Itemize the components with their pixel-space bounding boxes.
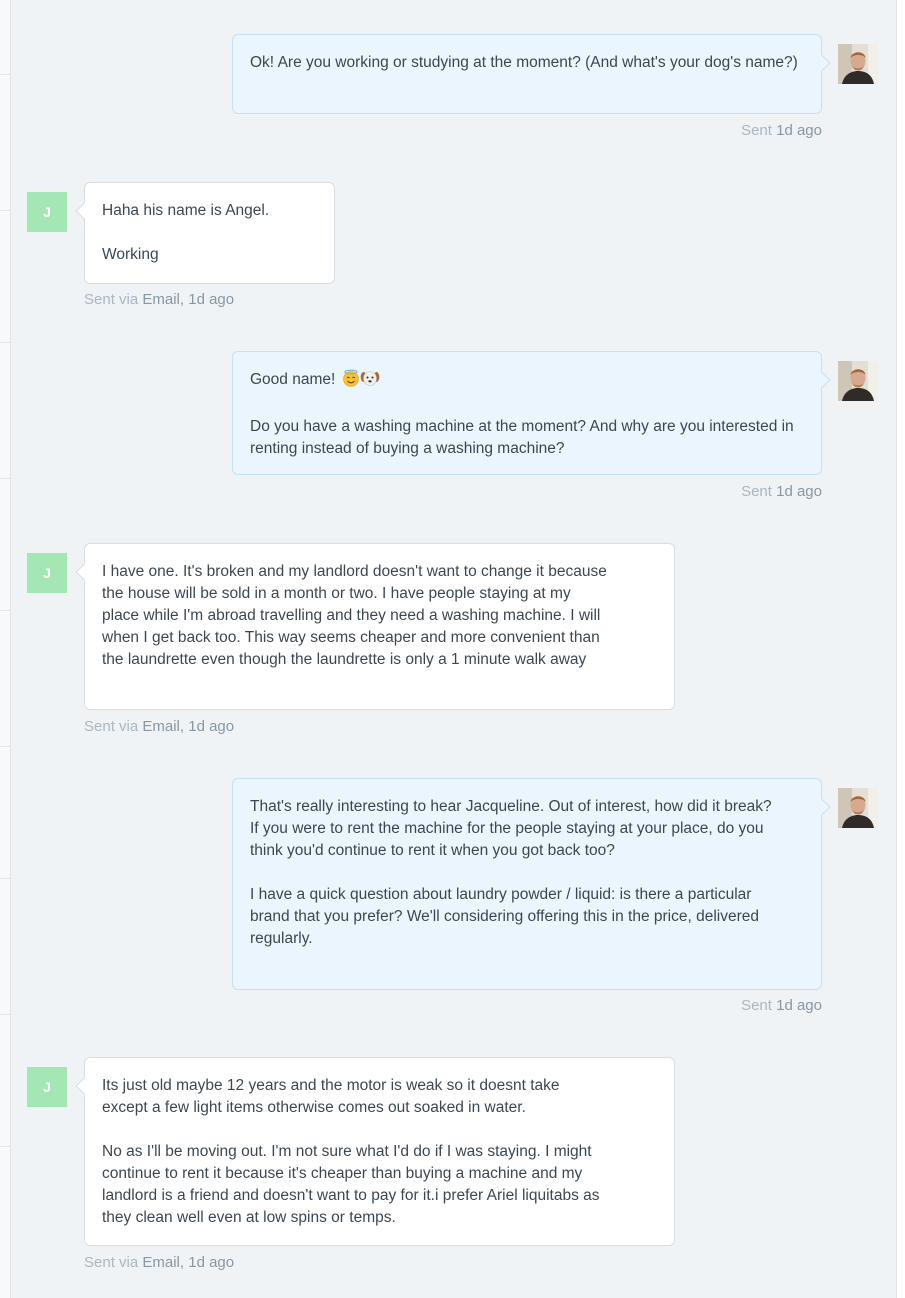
agent-avatar[interactable] [838, 361, 878, 401]
message-text: Ok! Are you working or studying at the m… [250, 54, 798, 71]
meta-channel: Email, [142, 291, 185, 308]
message-bubble-outgoing[interactable]: That's really interesting to hear Jacque… [232, 778, 831, 990]
contact-avatar[interactable]: J [27, 192, 67, 232]
meta-label: Sent via [84, 291, 139, 308]
divider [0, 342, 10, 343]
meta-time: 1d ago [776, 122, 822, 139]
meta-channel: Email, [142, 1254, 185, 1271]
message-bubble-outgoing[interactable]: Good name! Do you have a washing machine… [232, 351, 831, 475]
meta-label: Sent via [84, 718, 139, 735]
agent-photo-icon [838, 788, 878, 828]
message-text: Do you have a washing machine at the mom… [250, 418, 794, 457]
agent-avatar[interactable] [838, 788, 878, 828]
divider [0, 878, 10, 879]
divider [0, 210, 10, 211]
message-text: That's really interesting to hear Jacque… [250, 798, 772, 859]
meta-label: Sent via [84, 1254, 139, 1271]
meta-time: 1d ago [776, 483, 822, 500]
contact-avatar[interactable]: J [27, 1067, 67, 1107]
agent-photo-icon [838, 44, 878, 84]
bubble-tail [813, 371, 831, 389]
contact-initial: J [43, 565, 51, 581]
bubble-tail [75, 1077, 93, 1095]
message-text: Good name! [250, 371, 336, 388]
right-panel-edge [896, 0, 905, 1298]
message-meta: Sent 1d ago [741, 997, 822, 1014]
message-bubble-incoming[interactable]: Haha his name is Angel. Working [75, 182, 335, 284]
meta-time: 1d ago [188, 1254, 235, 1271]
meta-label: Sent [741, 122, 772, 139]
message-meta: Sent via Email, 1d ago [84, 718, 234, 735]
agent-photo-icon [838, 361, 878, 401]
divider [0, 1146, 10, 1147]
dog-face-icon [360, 369, 380, 394]
message-bubble-incoming[interactable]: Its just old maybe 12 years and the moto… [75, 1057, 675, 1246]
message-text: Working [102, 246, 159, 263]
divider [0, 74, 10, 75]
message-meta: Sent 1d ago [741, 122, 822, 139]
message-meta: Sent via Email, 1d ago [84, 1254, 234, 1271]
contact-initial: J [43, 204, 51, 220]
divider [0, 1014, 10, 1015]
divider [0, 746, 10, 747]
message-text: I have a quick question about laundry po… [250, 886, 760, 947]
bubble-tail [75, 202, 93, 220]
contact-initial: J [43, 1079, 51, 1095]
meta-time: 1d ago [776, 997, 822, 1014]
message-text: No as I'll be moving out. I'm not sure w… [102, 1143, 600, 1226]
smiling-face-with-halo-icon [342, 369, 360, 394]
agent-avatar[interactable] [838, 44, 878, 84]
conversation-thread[interactable]: Ok! Are you working or studying at the m… [11, 0, 896, 1298]
message-meta: Sent 1d ago [741, 483, 822, 500]
meta-channel: Email, [142, 718, 185, 735]
meta-time: 1d ago [188, 291, 235, 308]
message-paragraph: Good name! [250, 369, 804, 394]
meta-time: 1d ago [188, 718, 235, 735]
message-bubble-outgoing[interactable]: Ok! Are you working or studying at the m… [232, 34, 831, 114]
meta-label: Sent [741, 997, 772, 1014]
bubble-tail [75, 563, 93, 581]
divider [0, 610, 10, 611]
contact-avatar[interactable]: J [27, 553, 67, 593]
divider [0, 478, 10, 479]
message-bubble-incoming[interactable]: I have one. It's broken and my landlord … [75, 543, 675, 710]
message-text: Its just old maybe 12 years and the moto… [102, 1077, 560, 1116]
message-meta: Sent via Email, 1d ago [84, 291, 234, 308]
bubble-tail [813, 54, 831, 72]
bubble-tail [813, 798, 831, 816]
left-panel-edge [0, 0, 11, 1298]
message-text: Haha his name is Angel. [102, 202, 270, 219]
message-text: I have one. It's broken and my landlord … [102, 563, 607, 668]
meta-label: Sent [741, 483, 772, 500]
